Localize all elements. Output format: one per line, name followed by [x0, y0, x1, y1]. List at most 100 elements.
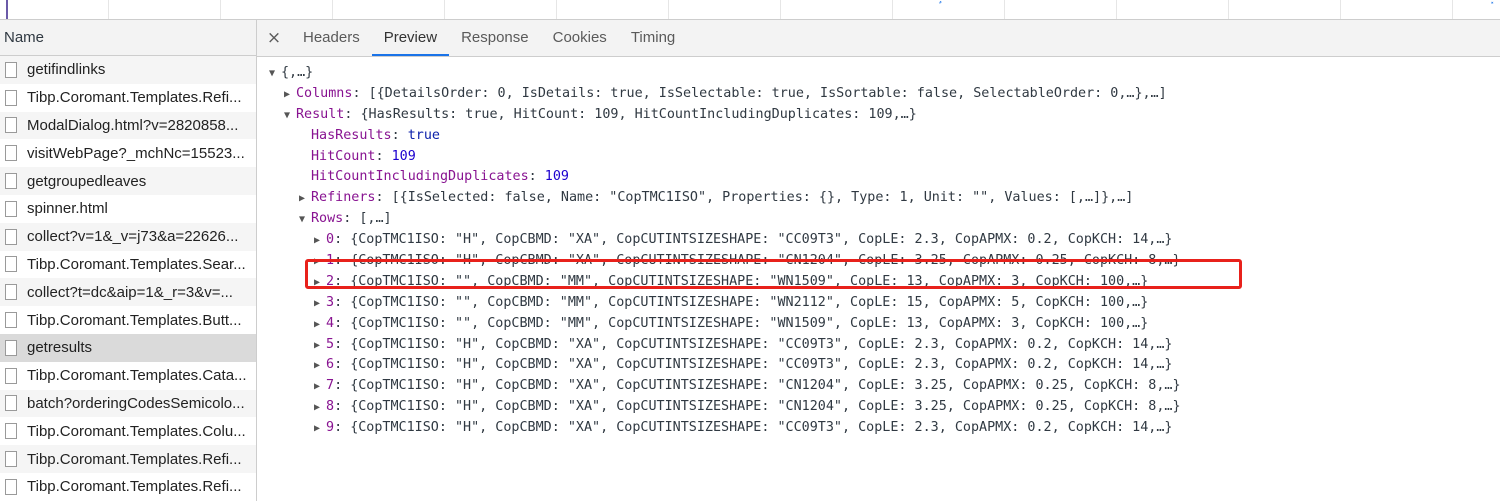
row-index: 2: [326, 273, 335, 289]
request-detail-panel: × Headers Preview Response Cookies Timin…: [257, 20, 1500, 501]
request-row[interactable]: getifindlinks: [0, 56, 256, 84]
row-value: {CopTMC1ISO: "H", CopCBMD: "XA", CopCUTI…: [350, 336, 1173, 352]
file-icon: [5, 312, 17, 329]
file-icon: [5, 117, 17, 134]
collapsed-triangle-icon[interactable]: ▶: [314, 419, 326, 440]
request-row[interactable]: Tibp.Coromant.Templates.Refi...: [0, 473, 256, 501]
collapsed-triangle-icon[interactable]: ▶: [314, 356, 326, 377]
request-row[interactable]: Tibp.Coromant.Templates.Cata...: [0, 362, 256, 390]
request-name: Tibp.Coromant.Templates.Sear...: [27, 255, 246, 273]
collapsed-triangle-icon[interactable]: ▶: [314, 273, 326, 294]
request-row[interactable]: visitWebPage?_mchNc=15523...: [0, 139, 256, 167]
waterfall-tick-icon: ˟: [1490, 2, 1495, 12]
collapsed-triangle-icon[interactable]: ▶: [314, 315, 326, 336]
request-row[interactable]: Tibp.Coromant.Templates.Butt...: [0, 306, 256, 334]
tab-headers[interactable]: Headers: [291, 20, 372, 56]
tree-node-columns[interactable]: ▶ Columns: [{DetailsOrder: 0, IsDetails: …: [257, 84, 1500, 105]
tree-node-row[interactable]: ▶ 7: {CopTMC1ISO: "H", CopCBMD: "XA", Cop…: [257, 376, 1500, 397]
tab-preview[interactable]: Preview: [371, 20, 450, 56]
collapsed-triangle-icon[interactable]: ▶: [314, 231, 326, 252]
row-index: 8: [326, 399, 335, 415]
row-index: 6: [326, 357, 335, 373]
collapsed-triangle-icon[interactable]: ▶: [314, 398, 326, 419]
request-row[interactable]: collect?t=dc&aip=1&_r=3&v=...: [0, 278, 256, 307]
file-icon: [5, 200, 17, 217]
expanded-triangle-icon[interactable]: ▼: [299, 210, 311, 231]
tree-node-row[interactable]: ▶ 5: {CopTMC1ISO: "H", CopCBMD: "XA", Cop…: [257, 335, 1500, 356]
file-icon: [5, 228, 17, 245]
tree-leaf-hitcount: HitCount: 109: [311, 148, 416, 164]
request-list: Name getifindlinks Tibp.Coromant.Template…: [0, 20, 257, 501]
row-index: 5: [326, 336, 335, 352]
collapsed-triangle-icon[interactable]: ▶: [314, 294, 326, 315]
request-name: visitWebPage?_mchNc=15523...: [27, 144, 245, 162]
collapsed-triangle-icon[interactable]: ▶: [314, 336, 326, 357]
file-icon: [5, 478, 17, 495]
tree-node-row[interactable]: ▶ 8: {CopTMC1ISO: "H", CopCBMD: "XA", Cop…: [257, 397, 1500, 418]
tree-node-row[interactable]: ▶ 6: {CopTMC1ISO: "H", CopCBMD: "XA", Cop…: [257, 355, 1500, 376]
file-icon: [5, 256, 17, 273]
request-name: getgroupedleaves: [27, 172, 147, 190]
collapsed-triangle-icon[interactable]: ▶: [299, 189, 311, 210]
tree-node-row[interactable]: ▶ 1: {CopTMC1ISO: "H", CopCBMD: "XA", Cop…: [257, 251, 1500, 272]
request-row[interactable]: Tibp.Coromant.Templates.Refi...: [0, 84, 256, 112]
file-icon: [5, 367, 17, 384]
row-index: 0: [326, 232, 335, 248]
tab-response[interactable]: Response: [449, 20, 541, 56]
request-row[interactable]: spinner.html: [0, 195, 256, 223]
request-name: ModalDialog.html?v=2820858...: [27, 116, 239, 134]
tab-timing[interactable]: Timing: [619, 20, 687, 56]
name-column-header[interactable]: Name: [0, 20, 256, 56]
request-row[interactable]: getresults: [0, 333, 256, 362]
tree-leaf-hitcount-duplicates: HitCountIncludingDuplicates: 109: [311, 169, 569, 185]
row-index: 1: [326, 253, 335, 269]
file-icon: [5, 89, 17, 106]
collapsed-triangle-icon[interactable]: ▶: [284, 85, 296, 106]
request-row[interactable]: batch?orderingCodesSemicolo...: [0, 389, 256, 418]
request-name: Tibp.Coromant.Templates.Refi...: [27, 450, 242, 468]
tree-node-rows[interactable]: ▼ Rows: [,…]: [257, 209, 1500, 230]
tree-node-row[interactable]: ▶ 9: {CopTMC1ISO: "H", CopCBMD: "XA", Cop…: [257, 418, 1500, 439]
rows-list: ▶ 0: {CopTMC1ISO: "H", CopCBMD: "XA", Cop…: [257, 230, 1500, 439]
row-value: {CopTMC1ISO: "H", CopCBMD: "XA", CopCUTI…: [350, 357, 1173, 373]
file-icon: [5, 339, 17, 356]
waterfall-marker: [6, 0, 8, 19]
tree-node-row[interactable]: ▶ 4: {CopTMC1ISO: "", CopCBMD: "MM", CopC…: [257, 314, 1500, 335]
tree-node-row[interactable]: ▶ 0: {CopTMC1ISO: "H", CopCBMD: "XA", Cop…: [257, 230, 1500, 251]
row-index: 4: [326, 315, 335, 331]
detail-tabbar: × Headers Preview Response Cookies Timin…: [257, 20, 1500, 57]
tree-root[interactable]: ▼ {,…}: [257, 63, 1500, 84]
collapsed-triangle-icon[interactable]: ▶: [314, 252, 326, 273]
row-value: {CopTMC1ISO: "H", CopCBMD: "XA", CopCUTI…: [350, 420, 1173, 436]
request-row[interactable]: collect?v=1&_v=j73&a=22626...: [0, 222, 256, 251]
row-value: {CopTMC1ISO: "H", CopCBMD: "XA", CopCUTI…: [350, 253, 1181, 269]
expanded-triangle-icon[interactable]: ▼: [269, 64, 281, 85]
network-waterfall-strip: ٌ ˟: [0, 0, 1500, 20]
request-row[interactable]: Tibp.Coromant.Templates.Refi...: [0, 445, 256, 473]
request-row[interactable]: Tibp.Coromant.Templates.Sear...: [0, 251, 256, 279]
tree-node-row[interactable]: ▶ 3: {CopTMC1ISO: "", CopCBMD: "MM", CopC…: [257, 293, 1500, 314]
close-icon[interactable]: ×: [257, 28, 291, 48]
tree-node-row[interactable]: ▶ 2: {CopTMC1ISO: "", CopCBMD: "MM", CopC…: [257, 272, 1500, 293]
request-name: Tibp.Coromant.Templates.Cata...: [27, 367, 247, 385]
row-value: {CopTMC1ISO: "H", CopCBMD: "XA", CopCUTI…: [350, 399, 1181, 415]
request-name: collect?v=1&_v=j73&a=22626...: [27, 228, 239, 246]
row-index: 7: [326, 378, 335, 394]
request-row[interactable]: getgroupedleaves: [0, 167, 256, 195]
row-value: {CopTMC1ISO: "H", CopCBMD: "XA", CopCUTI…: [350, 378, 1181, 394]
request-name: batch?orderingCodesSemicolo...: [27, 394, 245, 412]
json-preview-tree: ▼ {,…} ▶ Columns: [{DetailsOrder: 0, IsDet…: [257, 57, 1500, 439]
file-icon: [5, 423, 17, 440]
expanded-triangle-icon[interactable]: ▼: [284, 106, 296, 127]
row-value: {CopTMC1ISO: "", CopCBMD: "MM", CopCUTIN…: [350, 273, 1149, 289]
tree-node-result[interactable]: ▼ Result: {HasResults: true, HitCount: 10…: [257, 105, 1500, 126]
request-row[interactable]: ModalDialog.html?v=2820858...: [0, 111, 256, 140]
file-icon: [5, 61, 17, 78]
row-value: {CopTMC1ISO: "", CopCBMD: "MM", CopCUTIN…: [350, 294, 1149, 310]
tree-node-refiners[interactable]: ▶ Refiners: [{IsSelected: false, Name: "C…: [257, 188, 1500, 209]
file-icon: [5, 451, 17, 468]
request-row[interactable]: Tibp.Coromant.Templates.Colu...: [0, 417, 256, 445]
tab-cookies[interactable]: Cookies: [541, 20, 619, 56]
collapsed-triangle-icon[interactable]: ▶: [314, 377, 326, 398]
request-name: Tibp.Coromant.Templates.Refi...: [27, 89, 242, 107]
